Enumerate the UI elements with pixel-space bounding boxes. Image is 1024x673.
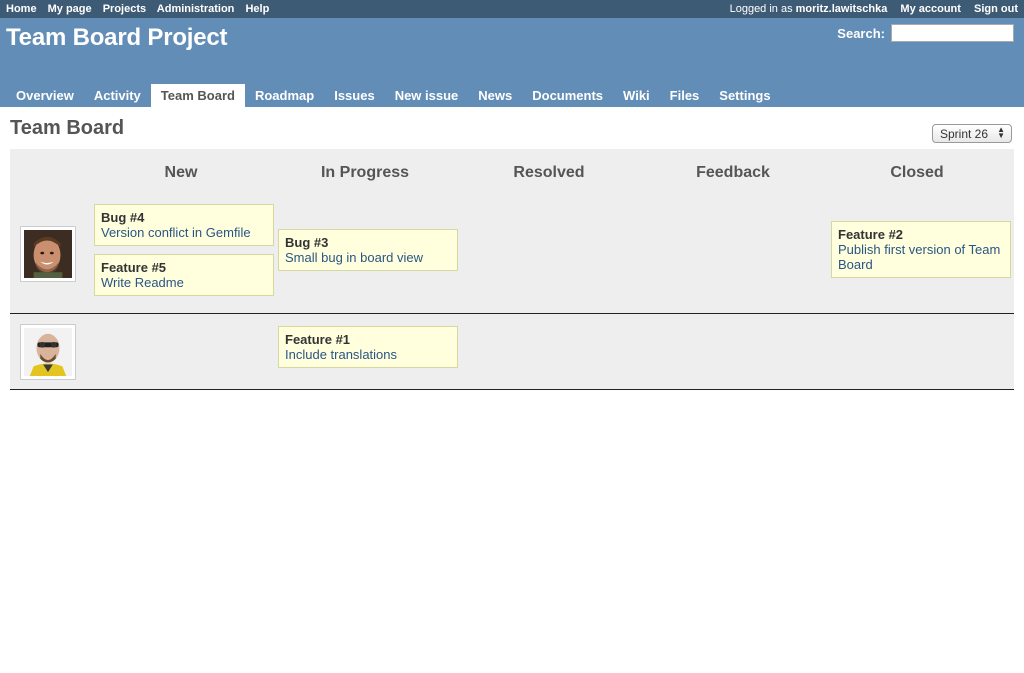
issue-card-subject[interactable]: Include translations	[285, 347, 451, 362]
tab-roadmap[interactable]: Roadmap	[245, 84, 324, 107]
tab-new-issue[interactable]: New issue	[385, 84, 469, 107]
top-menu-left: Home My page Projects Administration Hel…	[6, 3, 277, 15]
header: Team Board Project Search: Overview Acti…	[0, 18, 1024, 107]
sign-out-link[interactable]: Sign out	[974, 3, 1018, 15]
top-link-administration[interactable]: Administration	[157, 3, 235, 15]
logged-in-prefix: Logged in as	[729, 3, 796, 15]
select-arrows-icon: ▲ ▼	[997, 125, 1005, 140]
column-header-new: New	[164, 163, 198, 181]
issue-card[interactable]: Feature #1 Include translations	[278, 326, 458, 368]
top-menu-right: Logged in as moritz.lawitschka My accoun…	[730, 3, 1018, 15]
tab-wiki[interactable]: Wiki	[613, 84, 660, 107]
top-link-projects[interactable]: Projects	[103, 3, 146, 15]
issue-card[interactable]: Bug #4 Version conflict in Gemfile	[94, 204, 274, 246]
column-header-resolved: Resolved	[513, 163, 585, 181]
board-column-headers: New In Progress Resolved Feedback Closed	[10, 149, 1014, 196]
issue-card-title[interactable]: Bug #4	[101, 210, 267, 225]
top-menu: Home My page Projects Administration Hel…	[0, 0, 1024, 18]
team-board: New In Progress Resolved Feedback Closed	[10, 149, 1014, 390]
user-avatar-icon	[24, 230, 72, 278]
my-account-link[interactable]: My account	[900, 3, 961, 15]
column-header-feedback: Feedback	[696, 163, 770, 181]
column-header-closed: Closed	[890, 163, 944, 181]
tab-team-board[interactable]: Team Board	[150, 84, 245, 107]
issue-card-title[interactable]: Bug #3	[285, 235, 451, 250]
tab-news[interactable]: News	[468, 84, 522, 107]
project-title: Team Board Project	[6, 24, 228, 51]
tab-documents[interactable]: Documents	[522, 84, 613, 107]
tab-activity[interactable]: Activity	[84, 84, 151, 107]
issue-card-subject[interactable]: Publish first version of Team Board	[838, 242, 1004, 272]
swimlane-user-1: Bug #4 Version conflict in Gemfile Featu…	[10, 196, 1014, 314]
tab-overview[interactable]: Overview	[6, 84, 84, 107]
issue-card-subject[interactable]: Write Readme	[101, 275, 267, 290]
search-label: Search:	[837, 25, 885, 41]
user-avatar-icon	[24, 328, 72, 376]
issue-card[interactable]: Bug #3 Small bug in board view	[278, 229, 458, 271]
swimlane-user-2: Feature #1 Include translations	[10, 314, 1014, 390]
sprint-select[interactable]: Sprint 26 ▲ ▼	[932, 124, 1012, 143]
issue-card[interactable]: Feature #5 Write Readme	[94, 254, 274, 296]
issue-card-title[interactable]: Feature #5	[101, 260, 267, 275]
issue-card[interactable]: Feature #2 Publish first version of Team…	[831, 221, 1011, 278]
search-input[interactable]	[891, 24, 1014, 42]
main-menu: Overview Activity Team Board Roadmap Iss…	[6, 84, 781, 107]
top-link-home[interactable]: Home	[6, 3, 37, 15]
issue-card-subject[interactable]: Version conflict in Gemfile	[101, 225, 267, 240]
logged-in-user[interactable]: moritz.lawitschka	[796, 3, 888, 15]
quick-search: Search:	[837, 24, 1014, 42]
tab-files[interactable]: Files	[660, 84, 710, 107]
avatar[interactable]	[20, 226, 76, 282]
column-header-in-progress: In Progress	[320, 163, 410, 181]
issue-card-title[interactable]: Feature #2	[838, 227, 1004, 242]
page-title: Team Board	[10, 117, 125, 139]
top-link-my-page[interactable]: My page	[48, 3, 92, 15]
logged-in-as: Logged in as moritz.lawitschka	[730, 3, 888, 15]
issue-card-title[interactable]: Feature #1	[285, 332, 451, 347]
avatar[interactable]	[20, 324, 76, 380]
issue-card-subject[interactable]: Small bug in board view	[285, 250, 451, 265]
tab-settings[interactable]: Settings	[709, 84, 780, 107]
tab-issues[interactable]: Issues	[324, 84, 384, 107]
content: Team Board Sprint 26 ▲ ▼ New In Progress …	[0, 117, 1024, 390]
sprint-select-value: Sprint 26	[940, 126, 989, 141]
top-link-help[interactable]: Help	[245, 3, 269, 15]
